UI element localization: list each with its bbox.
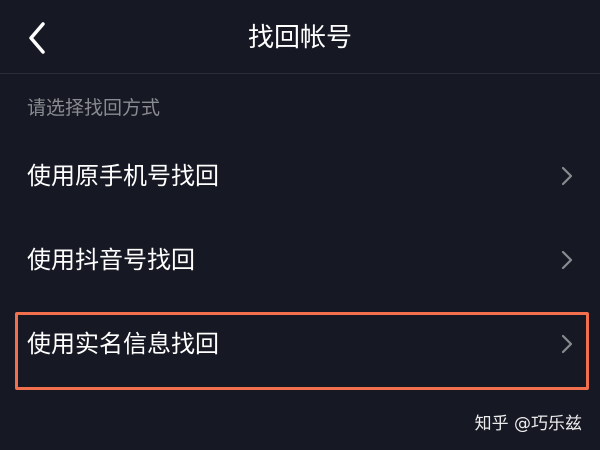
option-label: 使用实名信息找回 <box>27 330 219 358</box>
option-real-name-recovery[interactable]: 使用实名信息找回 <box>0 302 600 386</box>
chevron-right-icon <box>560 249 574 271</box>
option-label: 使用原手机号找回 <box>27 162 219 190</box>
nav-bar: 找回帐号 <box>0 0 600 74</box>
option-douyin-id-recovery[interactable]: 使用抖音号找回 <box>0 218 600 302</box>
option-label: 使用抖音号找回 <box>27 246 195 274</box>
chevron-right-icon <box>560 333 574 355</box>
watermark: 知乎 @巧乐兹 <box>474 414 582 434</box>
chevron-right-icon <box>560 165 574 187</box>
page-title: 找回帐号 <box>247 23 352 53</box>
section-hint: 请选择找回方式 <box>27 97 161 119</box>
option-phone-recovery[interactable]: 使用原手机号找回 <box>0 134 600 218</box>
